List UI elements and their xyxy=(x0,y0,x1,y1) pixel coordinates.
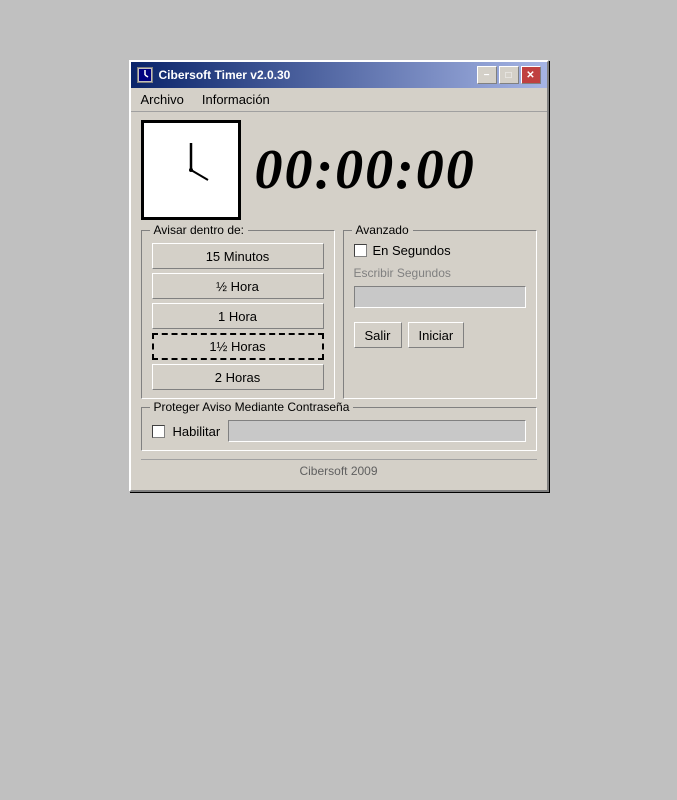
btn-half-hour[interactable]: ½ Hora xyxy=(152,273,324,299)
btn-1hora[interactable]: 1 Hora xyxy=(152,303,324,329)
menu-bar: Archivo Información xyxy=(131,88,547,112)
minimize-button[interactable]: − xyxy=(477,66,497,84)
btn-2horas[interactable]: 2 Horas xyxy=(152,364,324,390)
en-segundos-label: En Segundos xyxy=(373,243,451,258)
title-bar: Cibersoft Timer v2.0.30 − □ ✕ xyxy=(131,62,547,88)
btn-15min[interactable]: 15 Minutos xyxy=(152,243,324,269)
password-row: Habilitar xyxy=(152,420,526,442)
main-content: 00:00:00 Avisar dentro de: 15 Minutos ½ … xyxy=(131,112,547,490)
avanzado-legend: Avanzado xyxy=(352,223,413,237)
password-legend: Proteger Aviso Mediante Contraseña xyxy=(150,400,354,414)
en-segundos-checkbox[interactable] xyxy=(354,244,367,257)
app-icon xyxy=(137,67,153,83)
habilitar-checkbox[interactable] xyxy=(152,425,165,438)
avanzado-panel: Avanzado En Segundos Escribir Segundos S… xyxy=(343,230,537,399)
escribir-segundos-label: Escribir Segundos xyxy=(354,266,526,280)
menu-archivo[interactable]: Archivo xyxy=(135,90,190,109)
title-buttons: − □ ✕ xyxy=(477,66,541,84)
salir-button[interactable]: Salir xyxy=(354,322,402,348)
segundos-input[interactable] xyxy=(354,286,526,308)
footer: Cibersoft 2009 xyxy=(141,459,537,482)
panels-row: Avisar dentro de: 15 Minutos ½ Hora 1 Ho… xyxy=(141,230,537,399)
menu-informacion[interactable]: Información xyxy=(196,90,276,109)
avisar-legend: Avisar dentro de: xyxy=(150,223,249,237)
btn-1half-hora[interactable]: 1½ Horas xyxy=(152,333,324,360)
habilitar-label: Habilitar xyxy=(173,424,221,439)
action-buttons: Salir Iniciar xyxy=(354,322,526,348)
time-display: 00:00:00 xyxy=(255,138,476,202)
close-button[interactable]: ✕ xyxy=(521,66,541,84)
clock-icon xyxy=(141,120,241,220)
top-section: 00:00:00 xyxy=(141,120,537,220)
maximize-button[interactable]: □ xyxy=(499,66,519,84)
password-input[interactable] xyxy=(228,420,525,442)
main-window: Cibersoft Timer v2.0.30 − □ ✕ Archivo In… xyxy=(129,60,549,492)
window-title: Cibersoft Timer v2.0.30 xyxy=(159,68,291,82)
title-bar-left: Cibersoft Timer v2.0.30 xyxy=(137,67,291,83)
iniciar-button[interactable]: Iniciar xyxy=(408,322,465,348)
avisar-panel: Avisar dentro de: 15 Minutos ½ Hora 1 Ho… xyxy=(141,230,335,399)
avisar-buttons: 15 Minutos ½ Hora 1 Hora 1½ Horas 2 Hora… xyxy=(152,243,324,390)
avanzado-content: En Segundos Escribir Segundos Salir Inic… xyxy=(354,243,526,348)
clock-face xyxy=(144,123,238,217)
password-panel: Proteger Aviso Mediante Contraseña Habil… xyxy=(141,407,537,451)
en-segundos-row: En Segundos xyxy=(354,243,526,258)
